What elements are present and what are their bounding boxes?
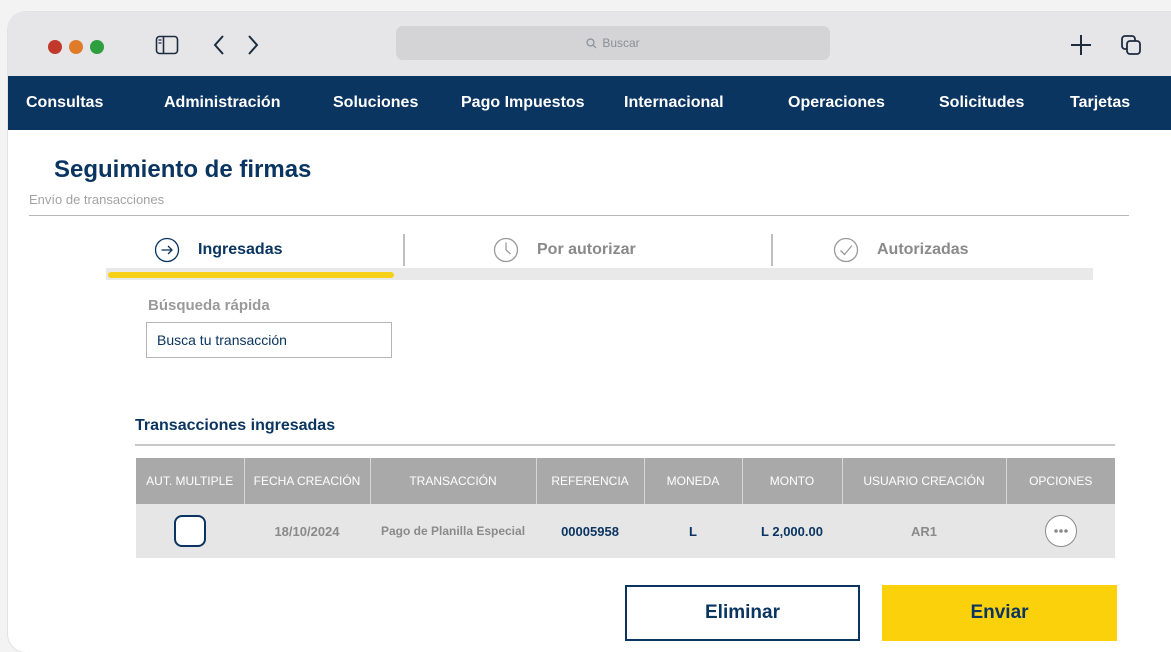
nav-item-tarjetas[interactable]: Tarjetas (1070, 76, 1130, 130)
arrow-right-circle-icon (154, 237, 180, 263)
nav-item-soluciones[interactable]: Soluciones (333, 76, 418, 130)
col-header-referencia: REFERENCIA (536, 458, 645, 504)
clock-icon (493, 237, 519, 263)
tab-ingresadas[interactable]: Ingresadas (154, 234, 282, 266)
step-divider (403, 234, 405, 266)
cell-referencia: 00005958 (536, 504, 644, 558)
back-icon[interactable] (208, 30, 230, 60)
tab-por-autorizar[interactable]: Por autorizar (493, 234, 636, 266)
cell-opciones (1006, 504, 1115, 558)
tab-por-autorizar-label: Por autorizar (537, 241, 636, 258)
new-tab-plus-icon[interactable] (1066, 30, 1096, 60)
check-circle-icon (833, 237, 859, 263)
tab-ingresadas-label: Ingresadas (198, 241, 283, 258)
search-placeholder: Buscar (602, 36, 640, 50)
col-header-transaccion: TRANSACCIÓN (370, 458, 537, 504)
minimize-window-button[interactable] (69, 40, 83, 54)
send-button[interactable]: Enviar (882, 585, 1117, 641)
sidebar-toggle-icon[interactable] (154, 30, 180, 60)
forward-icon[interactable] (242, 30, 264, 60)
col-header-usuario-creacion: USUARIO CREACIÓN (842, 458, 1007, 504)
progress-fill (108, 272, 394, 278)
col-header-monto: MONTO (742, 458, 843, 504)
close-window-button[interactable] (48, 40, 62, 54)
transactions-table: AUT. MULTIPLE FECHA CREACIÓN TRANSACCIÓN… (136, 458, 1115, 558)
more-dots-icon (1053, 529, 1068, 533)
status-stepper: Ingresadas Por autorizar Autorizadas (106, 232, 1093, 284)
main-nav: Consultas Administración Soluciones Pago… (8, 76, 1171, 130)
col-header-aut-multiple: AUT. MULTIPLE (136, 458, 245, 504)
browser-titlebar: Buscar (8, 12, 1171, 76)
col-header-opciones: OPCIONES (1006, 458, 1115, 504)
address-search-bar[interactable]: Buscar (396, 26, 830, 60)
header-divider (29, 215, 1129, 216)
nav-item-solicitudes[interactable]: Solicitudes (939, 76, 1024, 130)
page-subtitle: Envío de transacciones (29, 192, 165, 207)
tab-autorizadas[interactable]: Autorizadas (833, 234, 969, 266)
col-header-fecha-creacion: FECHA CREACIÓN (244, 458, 371, 504)
nav-item-consultas[interactable]: Consultas (26, 76, 103, 130)
cell-moneda: L (644, 504, 742, 558)
aut-multiple-checkbox[interactable] (174, 515, 206, 547)
tab-autorizadas-label: Autorizadas (877, 241, 969, 258)
nav-item-operaciones[interactable]: Operaciones (788, 76, 885, 130)
maximize-window-button[interactable] (90, 40, 104, 54)
page-title: Seguimiento de firmas (54, 156, 312, 183)
cell-aut-multiple (136, 504, 244, 558)
quick-search-label: Búsqueda rápida (148, 297, 270, 314)
options-menu-button[interactable] (1044, 515, 1077, 547)
cell-usuario: AR1 (842, 504, 1006, 558)
cell-transaccion: Pago de Planilla Especial (370, 504, 536, 558)
tab-overview-icon[interactable] (1116, 30, 1146, 60)
table-row: 18/10/2024 Pago de Planilla Especial 000… (136, 504, 1115, 558)
nav-item-pago-impuestos[interactable]: Pago Impuestos (461, 76, 585, 130)
nav-item-administracion[interactable]: Administración (164, 76, 280, 130)
table-title-divider (135, 444, 1115, 446)
col-header-moneda: MONEDA (644, 458, 743, 504)
quick-search-input[interactable] (146, 322, 392, 358)
cell-fecha: 18/10/2024 (244, 504, 370, 558)
table-title: Transacciones ingresadas (135, 417, 336, 434)
table-header-row: AUT. MULTIPLE FECHA CREACIÓN TRANSACCIÓN… (136, 458, 1115, 504)
browser-window: Buscar Consultas Administración Solucion… (8, 12, 1171, 652)
nav-item-internacional[interactable]: Internacional (624, 76, 724, 130)
step-divider (771, 234, 773, 266)
cell-monto: L 2,000.00 (742, 504, 842, 558)
search-icon (586, 37, 597, 48)
delete-button[interactable]: Eliminar (625, 585, 860, 641)
